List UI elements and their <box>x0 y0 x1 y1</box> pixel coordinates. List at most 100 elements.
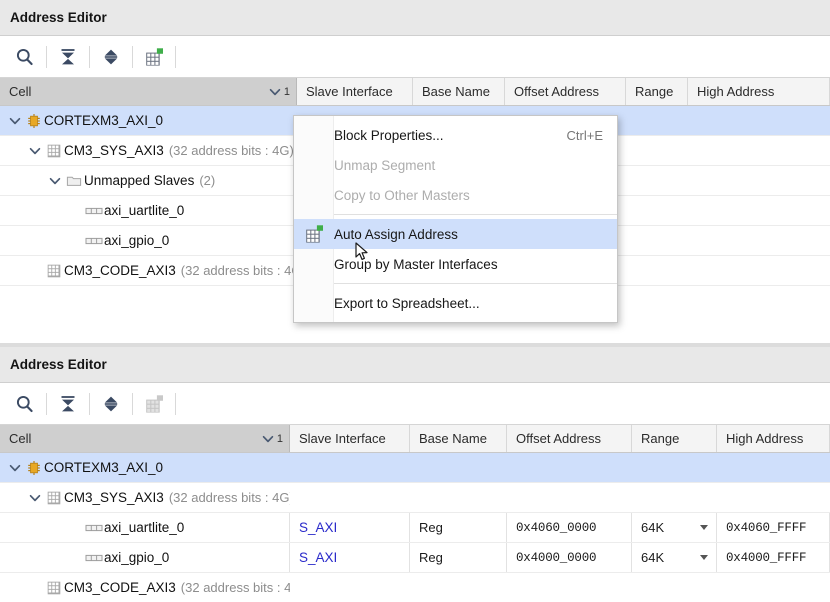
cell-meta-label: (32 address bits : 4G) <box>169 490 290 505</box>
column-header-label: Offset Address <box>516 431 601 446</box>
toolbar-expand-all-button[interactable] <box>94 389 128 419</box>
column-header-offset-address[interactable]: Offset Address <box>507 425 632 452</box>
toolbar-expand-all-button[interactable] <box>94 42 128 72</box>
chevron-down-icon <box>8 114 22 128</box>
tree-cell[interactable]: axi_uartlite_0 <box>0 513 290 542</box>
cell-meta-label: (32 address bits : 4G) <box>169 143 294 158</box>
high-address-cell <box>688 136 830 165</box>
tree-cell[interactable]: axi_uartlite_0 <box>0 196 297 225</box>
sort-indicator[interactable]: 1 <box>268 85 290 99</box>
toolbar-collapse-all-button[interactable] <box>51 42 85 72</box>
high-address-cell <box>717 453 830 482</box>
context-menu[interactable]: Block Properties... Ctrl+E Unmap Segment… <box>293 115 618 323</box>
column-header-high-address[interactable]: High Address <box>717 425 830 452</box>
segment-icon <box>84 235 104 247</box>
tree-cell[interactable]: CM3_SYS_AXI3(32 address bits : 4G) <box>0 136 297 165</box>
ip-block-icon <box>24 113 44 129</box>
high-address-cell <box>688 106 830 135</box>
range-cell[interactable]: 64K <box>632 513 717 542</box>
menu-item-label: Copy to Other Masters <box>334 188 603 203</box>
range-cell-value: 64K <box>641 520 664 535</box>
tree-cell[interactable]: Unmapped Slaves(2) <box>0 166 297 195</box>
address-space-icon <box>46 490 62 506</box>
toolbar <box>0 36 830 78</box>
column-header-offset-address[interactable]: Offset Address <box>505 78 626 105</box>
range-dropdown-caret-icon[interactable] <box>700 525 708 530</box>
base-name-cell[interactable]: Reg <box>410 543 507 572</box>
panel-title: Address Editor <box>0 347 830 383</box>
offset-address-cell-value: 0x4000_0000 <box>516 551 596 565</box>
table-row[interactable]: CORTEXM3_AXI_0 <box>0 453 830 483</box>
column-header-base-name[interactable]: Base Name <box>413 78 505 105</box>
offset-address-cell <box>507 573 632 602</box>
offset-address-cell <box>507 483 632 512</box>
table-header: Cell 1Slave Interface Base Name Offset Add… <box>0 425 830 453</box>
toolbar-collapse-all-button[interactable] <box>51 389 85 419</box>
tree-cell[interactable]: CM3_SYS_AXI3(32 address bits : 4G) <box>0 483 290 512</box>
range-cell <box>626 166 688 195</box>
twisty-expand-icon[interactable] <box>6 459 24 477</box>
column-header-slave-interface[interactable]: Slave Interface <box>297 78 413 105</box>
column-header-range[interactable]: Range <box>626 78 688 105</box>
high-address-cell <box>688 166 830 195</box>
menu-item-auto-assign-address[interactable]: Auto Assign Address <box>294 219 617 249</box>
column-header-range[interactable]: Range <box>632 425 717 452</box>
address-editor-window: Address Editor Cell 1Slave InterfaceBase… <box>0 0 830 602</box>
twisty-placeholder <box>26 579 44 597</box>
slave-interface-cell <box>290 483 410 512</box>
sort-indicator[interactable]: 1 <box>261 432 283 446</box>
base-name-cell-value: Reg <box>419 520 443 535</box>
range-cell-value: 64K <box>641 550 664 565</box>
offset-address-cell <box>507 453 632 482</box>
menu-separator <box>334 283 617 284</box>
table-row[interactable]: axi_gpio_0S_AXIReg 0x4000_0000 64K 0x4000_F… <box>0 543 830 573</box>
column-header-cell[interactable]: Cell 1 <box>0 425 290 452</box>
tree-cell[interactable]: CM3_CODE_AXI3(32 address bits : 4G) <box>0 256 297 285</box>
slave-interface-cell[interactable]: S_AXI <box>290 543 410 572</box>
high-address-cell <box>688 256 830 285</box>
toolbar-separator <box>89 393 90 415</box>
slave-interface-cell <box>290 573 410 602</box>
toolbar-search-button[interactable] <box>8 389 42 419</box>
column-header-cell[interactable]: Cell 1 <box>0 78 297 105</box>
tree-cell[interactable]: axi_gpio_0 <box>0 543 290 572</box>
column-header-label: Range <box>635 84 673 99</box>
collapse-all-icon <box>58 47 78 67</box>
slave-interface-cell[interactable]: S_AXI <box>290 513 410 542</box>
tree-cell[interactable]: CM3_CODE_AXI3(32 address bits : 4G) <box>0 573 290 602</box>
table-body: CORTEXM3_AXI_0 CM3_SYS_AXI3(32 address b… <box>0 453 830 602</box>
toolbar-search-button[interactable] <box>8 42 42 72</box>
offset-address-cell[interactable]: 0x4000_0000 <box>507 543 632 572</box>
address-space-icon <box>46 143 62 159</box>
table-row[interactable]: axi_uartlite_0S_AXI Reg 0x4060_0000 64K 0x40… <box>0 513 830 543</box>
high-address-cell <box>717 573 830 602</box>
offset-address-cell[interactable]: 0x4060_0000 <box>507 513 632 542</box>
tree-cell[interactable]: CORTEXM3_AXI_0 <box>0 106 297 135</box>
menu-item-block-properties[interactable]: Block Properties... Ctrl+E <box>294 120 617 150</box>
column-header-slave-interface[interactable]: Slave Interface <box>290 425 410 452</box>
menu-item-group-by-master-interfaces[interactable]: Group by Master Interfaces <box>294 249 617 279</box>
ip-block-icon <box>26 113 42 129</box>
table-row[interactable]: CM3_CODE_AXI3(32 address bits : 4G) <box>0 573 830 602</box>
range-dropdown-caret-icon[interactable] <box>700 555 708 560</box>
table-row[interactable]: CM3_SYS_AXI3(32 address bits : 4G) <box>0 483 830 513</box>
menu-item-export-to-spreadsheet[interactable]: Export to Spreadsheet... <box>294 288 617 318</box>
column-header-high-address[interactable]: High Address <box>688 78 830 105</box>
base-name-cell[interactable]: Reg <box>410 513 507 542</box>
cell-name-label: Unmapped Slaves <box>84 173 194 188</box>
toolbar-separator <box>46 46 47 68</box>
range-cell[interactable]: 64K <box>632 543 717 572</box>
tree-cell[interactable]: CORTEXM3_AXI_0 <box>0 453 290 482</box>
range-cell <box>626 226 688 255</box>
tree-cell[interactable]: axi_gpio_0 <box>0 226 297 255</box>
range-cell <box>632 453 717 482</box>
column-header-label: Base Name <box>419 431 487 446</box>
toolbar-auto-assign-address-button[interactable] <box>137 42 171 72</box>
column-header-base-name[interactable]: Base Name <box>410 425 507 452</box>
twisty-expand-icon[interactable] <box>6 112 24 130</box>
high-address-cell[interactable]: 0x4000_FFFF <box>717 543 830 572</box>
high-address-cell[interactable]: 0x4060_FFFF <box>717 513 830 542</box>
twisty-expand-icon[interactable] <box>26 142 44 160</box>
twisty-expand-icon[interactable] <box>26 489 44 507</box>
twisty-expand-icon[interactable] <box>46 172 64 190</box>
